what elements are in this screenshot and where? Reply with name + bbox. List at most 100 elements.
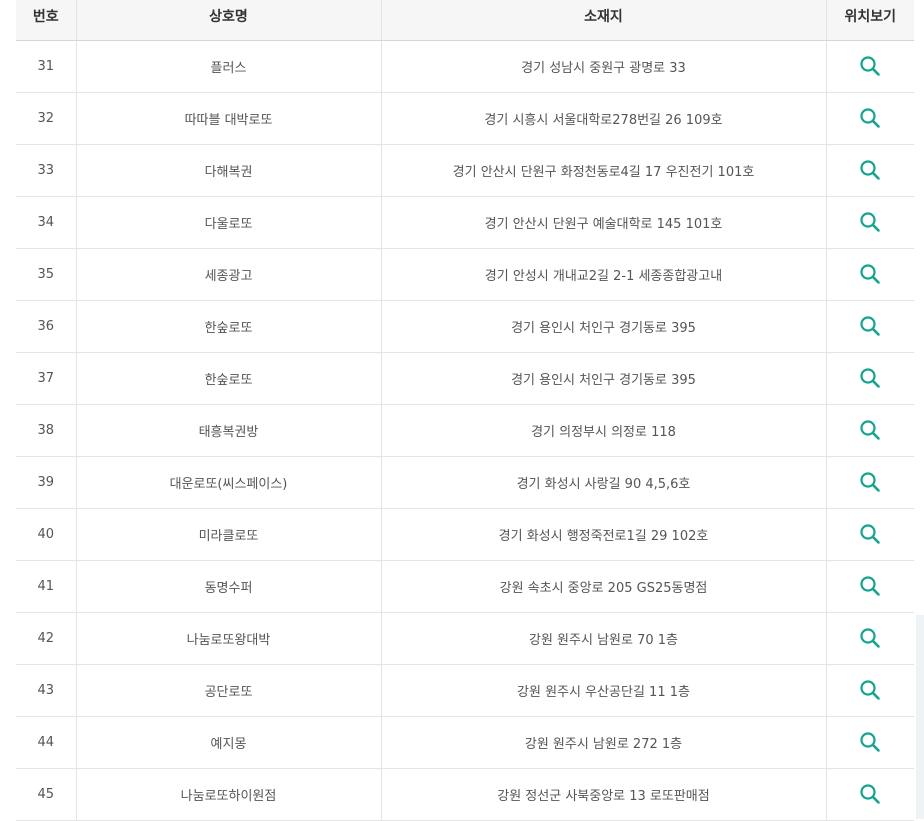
- store-name: 나눔로또하이원점: [75, 768, 381, 821]
- store-address: 경기 안산시 단원구 화정천동로4길 17 우진전기 101호: [380, 144, 826, 197]
- search-icon[interactable]: [859, 263, 881, 285]
- table-row: 41 동명수퍼 강원 속초시 중앙로 205 GS25동명점: [16, 560, 914, 613]
- search-icon[interactable]: [859, 783, 881, 805]
- header-store-name: 상호명: [75, 0, 381, 41]
- row-number: 44: [16, 716, 76, 769]
- table-row: 33 다해복권 경기 안산시 단원구 화정천동로4길 17 우진전기 101호: [16, 144, 914, 197]
- row-number: 42: [16, 612, 76, 665]
- store-name: 미라클로또: [75, 508, 381, 561]
- location-view-cell: [825, 196, 914, 249]
- header-number: 번호: [16, 0, 76, 41]
- location-view-cell: [825, 92, 914, 145]
- row-number: 33: [16, 144, 76, 197]
- store-address: 강원 정선군 사북중앙로 13 로또판매점: [380, 768, 826, 821]
- store-name: 플러스: [75, 40, 381, 93]
- scroll-edge: [916, 615, 924, 819]
- row-number: 32: [16, 92, 76, 145]
- row-number: 40: [16, 508, 76, 561]
- store-address: 강원 원주시 남원로 70 1층: [380, 612, 826, 665]
- header-address: 소재지: [380, 0, 826, 41]
- row-number: 43: [16, 664, 76, 717]
- table-body: 31 플러스 경기 성남시 중원구 광명로 33 32 따따블 대박로또 경기 시흥시 서…: [16, 40, 914, 821]
- location-view-cell: [825, 612, 914, 665]
- table-row: 42 나눔로또왕대박 강원 원주시 남원로 70 1층: [16, 612, 914, 665]
- search-icon[interactable]: [859, 315, 881, 337]
- search-icon[interactable]: [859, 523, 881, 545]
- search-icon[interactable]: [859, 211, 881, 233]
- location-view-cell: [825, 248, 914, 301]
- store-name: 따따블 대박로또: [75, 92, 381, 145]
- search-icon[interactable]: [859, 419, 881, 441]
- header-location-view: 위치보기: [825, 0, 914, 41]
- table-header: 번호 상호명 소재지 위치보기: [16, 0, 914, 41]
- store-name: 다해복권: [75, 144, 381, 197]
- search-icon[interactable]: [859, 731, 881, 753]
- store-name: 예지몽: [75, 716, 381, 769]
- store-address: 경기 용인시 처인구 경기동로 395: [380, 300, 826, 353]
- store-address: 강원 속초시 중앙로 205 GS25동명점: [380, 560, 826, 613]
- row-number: 41: [16, 560, 76, 613]
- store-address: 경기 화성시 행정죽전로1길 29 102호: [380, 508, 826, 561]
- search-icon[interactable]: [859, 627, 881, 649]
- table-row: 40 미라클로또 경기 화성시 행정죽전로1길 29 102호: [16, 508, 914, 561]
- search-icon[interactable]: [859, 367, 881, 389]
- table-row: 44 예지몽 강원 원주시 남원로 272 1층: [16, 716, 914, 769]
- location-view-cell: [825, 508, 914, 561]
- row-number: 34: [16, 196, 76, 249]
- store-name: 나눔로또왕대박: [75, 612, 381, 665]
- store-name: 태흥복권방: [75, 404, 381, 457]
- search-icon[interactable]: [859, 471, 881, 493]
- store-address: 경기 성남시 중원구 광명로 33: [380, 40, 826, 93]
- store-name: 세종광고: [75, 248, 381, 301]
- table-row: 31 플러스 경기 성남시 중원구 광명로 33: [16, 40, 914, 93]
- location-view-cell: [825, 144, 914, 197]
- table-row: 36 한숲로또 경기 용인시 처인구 경기동로 395: [16, 300, 914, 353]
- store-list-table: 번호 상호명 소재지 위치보기 31 플러스 경기 성남시 중원구 광명로 33 32…: [16, 0, 914, 821]
- row-number: 35: [16, 248, 76, 301]
- row-number: 39: [16, 456, 76, 509]
- store-address: 경기 시흥시 서울대학로278번길 26 109호: [380, 92, 826, 145]
- row-number: 45: [16, 768, 76, 821]
- table-row: 38 태흥복권방 경기 의정부시 의정로 118: [16, 404, 914, 457]
- store-address: 경기 안성시 개내교2길 2-1 세종종합광고내: [380, 248, 826, 301]
- store-list-table-container: 번호 상호명 소재지 위치보기 31 플러스 경기 성남시 중원구 광명로 33 32…: [16, 0, 914, 821]
- row-number: 31: [16, 40, 76, 93]
- store-address: 경기 의정부시 의정로 118: [380, 404, 826, 457]
- table-row: 39 대운로또(씨스페이스) 경기 화성시 사랑길 90 4,5,6호: [16, 456, 914, 509]
- location-view-cell: [825, 404, 914, 457]
- location-view-cell: [825, 456, 914, 509]
- search-icon[interactable]: [859, 575, 881, 597]
- location-view-cell: [825, 768, 914, 821]
- store-name: 동명수퍼: [75, 560, 381, 613]
- store-name: 대운로또(씨스페이스): [75, 456, 381, 509]
- store-name: 한숲로또: [75, 352, 381, 405]
- table-row: 45 나눔로또하이원점 강원 정선군 사북중앙로 13 로또판매점: [16, 768, 914, 821]
- location-view-cell: [825, 352, 914, 405]
- location-view-cell: [825, 716, 914, 769]
- store-address: 강원 원주시 우산공단길 11 1층: [380, 664, 826, 717]
- store-address: 경기 화성시 사랑길 90 4,5,6호: [380, 456, 826, 509]
- table-row: 37 한숲로또 경기 용인시 처인구 경기동로 395: [16, 352, 914, 405]
- table-row: 32 따따블 대박로또 경기 시흥시 서울대학로278번길 26 109호: [16, 92, 914, 145]
- location-view-cell: [825, 560, 914, 613]
- row-number: 36: [16, 300, 76, 353]
- store-address: 강원 원주시 남원로 272 1층: [380, 716, 826, 769]
- store-name: 한숲로또: [75, 300, 381, 353]
- row-number: 37: [16, 352, 76, 405]
- table-row: 35 세종광고 경기 안성시 개내교2길 2-1 세종종합광고내: [16, 248, 914, 301]
- table-row: 34 다울로또 경기 안산시 단원구 예술대학로 145 101호: [16, 196, 914, 249]
- search-icon[interactable]: [859, 159, 881, 181]
- store-name: 다울로또: [75, 196, 381, 249]
- store-name: 공단로또: [75, 664, 381, 717]
- table-row: 43 공단로또 강원 원주시 우산공단길 11 1층: [16, 664, 914, 717]
- store-address: 경기 용인시 처인구 경기동로 395: [380, 352, 826, 405]
- search-icon[interactable]: [859, 679, 881, 701]
- row-number: 38: [16, 404, 76, 457]
- search-icon[interactable]: [859, 107, 881, 129]
- location-view-cell: [825, 664, 914, 717]
- search-icon[interactable]: [859, 55, 881, 77]
- location-view-cell: [825, 40, 914, 93]
- store-address: 경기 안산시 단원구 예술대학로 145 101호: [380, 196, 826, 249]
- header-row: 번호 상호명 소재지 위치보기: [16, 0, 914, 41]
- location-view-cell: [825, 300, 914, 353]
